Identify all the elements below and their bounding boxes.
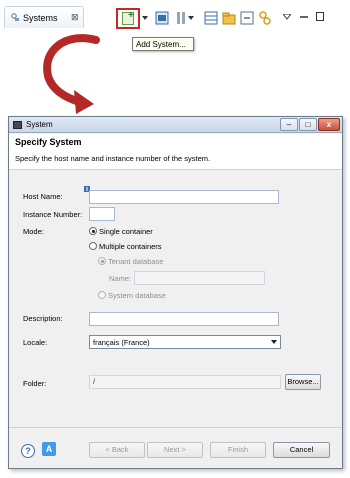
header-title: Specify System [15, 137, 82, 147]
multiple-containers-label[interactable]: Multiple containers [99, 242, 162, 251]
systems-view-title: Systems [23, 13, 58, 23]
description-label: Description: [23, 314, 63, 323]
view-menu-icon[interactable] [283, 14, 291, 20]
system-dialog: System – □ x Specify System Specify the … [8, 116, 343, 469]
filter-icon[interactable] [176, 11, 186, 25]
add-system-dropdown-icon[interactable] [142, 16, 148, 21]
collapse-all-icon[interactable] [240, 11, 254, 25]
instance-number-field[interactable] [89, 207, 115, 221]
tenant-name-field[interactable] [134, 271, 265, 285]
single-container-label[interactable]: Single container [99, 227, 153, 236]
maximize-window-button[interactable]: □ [299, 118, 317, 131]
single-container-radio[interactable] [89, 227, 97, 235]
maximize-icon[interactable] [316, 12, 324, 21]
system-database-label: System database [108, 291, 166, 300]
back-button[interactable]: < Back [89, 442, 145, 458]
multiple-containers-radio[interactable] [89, 242, 97, 250]
tenant-database-radio[interactable] [98, 257, 106, 265]
footer-divider [9, 427, 342, 428]
next-button[interactable]: Next > [147, 442, 203, 458]
link-icon[interactable] [258, 10, 272, 26]
help-icon[interactable]: ? [21, 444, 35, 458]
header-description: Specify the host name and instance numbe… [15, 154, 211, 163]
folder-value: / [93, 377, 96, 386]
minimize-window-button[interactable]: – [280, 118, 298, 131]
system-database-radio[interactable] [98, 291, 106, 299]
finish-button[interactable]: Finish [210, 442, 266, 458]
system-window-icon [13, 121, 22, 129]
add-system-button[interactable]: + [116, 8, 140, 29]
tips-icon[interactable]: A [42, 442, 56, 456]
browse-button[interactable]: Browse... [285, 374, 321, 390]
folder-icon[interactable] [222, 11, 236, 25]
plus-icon: + [128, 10, 134, 21]
dialog-header: Specify System Specify the host name and… [9, 134, 342, 170]
curved-arrow-icon [43, 34, 100, 114]
host-name-field[interactable] [89, 190, 279, 204]
cancel-button[interactable]: Cancel [273, 442, 330, 458]
filter-dropdown-icon[interactable] [188, 16, 194, 21]
folder-label: Folder: [23, 379, 47, 388]
mode-label: Mode: [23, 227, 44, 236]
tenant-database-label: Tenant database [108, 257, 164, 266]
chevron-down-icon [271, 340, 277, 344]
monitor-icon[interactable] [155, 11, 169, 25]
add-system-tooltip: Add System... [132, 37, 194, 51]
description-field[interactable] [89, 312, 279, 326]
locale-selected-value: français (France) [93, 338, 150, 347]
instance-number-label: Instance Number: [23, 210, 83, 219]
close-window-button[interactable]: x [318, 118, 340, 131]
systems-view-icon [11, 13, 19, 21]
locale-select[interactable]: français (France) [89, 335, 281, 349]
folder-field: / [89, 375, 281, 389]
table-icon[interactable] [204, 11, 218, 25]
locale-label: Locale: [23, 338, 48, 347]
dialog-titlebar[interactable]: System – □ x [9, 117, 342, 133]
dialog-title: System [26, 120, 53, 129]
tenant-name-label: Name: [109, 274, 132, 283]
host-name-label: Host Name: [23, 192, 63, 201]
close-view-icon[interactable]: ⊠ [71, 12, 79, 23]
minimize-icon[interactable] [300, 14, 308, 20]
